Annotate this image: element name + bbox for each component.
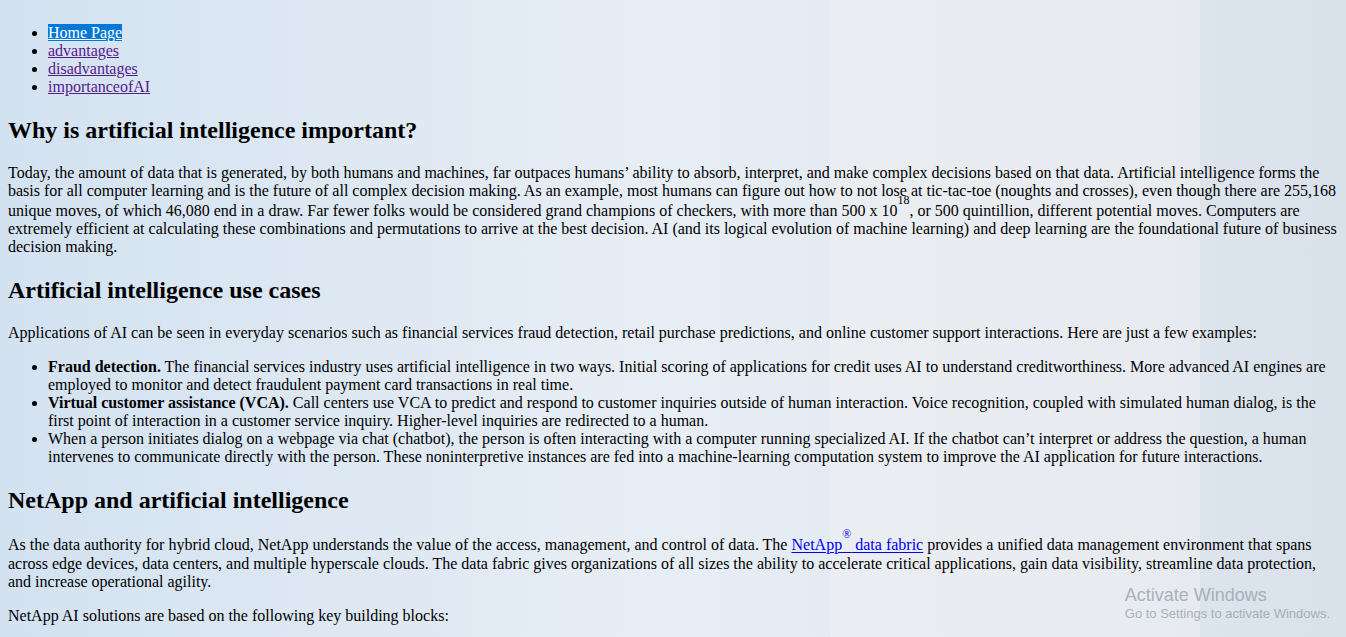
link[interactable]: data fabric [851,537,923,554]
nav-item: advantages [48,42,1338,60]
nav-item: Home Page [48,24,1338,42]
text: NetApp AI solutions are based on the fol… [8,607,449,624]
nav-link[interactable]: disadvantages [48,60,138,77]
nav-link[interactable]: importanceofAI [48,78,150,95]
activation-watermark: Activate WindowsGo to Settings to activa… [1125,584,1330,622]
paragraph: Applications of AI can be seen in everyd… [8,324,1338,342]
nav-item: disadvantages [48,60,1338,78]
superscript: 18 [897,193,909,207]
item-label: Virtual customer assistance (VCA). [48,394,289,411]
link[interactable]: ® [842,537,851,554]
nav-link[interactable]: Home Page [48,24,122,41]
use-case-item: Virtual customer assistance (VCA). Call … [48,394,1338,430]
use-case-item: When a person initiates dialog on a webp… [48,430,1338,466]
nav-item: importanceofAI [48,78,1338,96]
paragraph: Today, the amount of data that is genera… [8,164,1338,256]
page: Home Pageadvantagesdisadvantagesimportan… [0,0,1346,637]
section-heading: NetApp and artificial intelligence [8,486,1338,514]
section-heading: Why is artificial intelligence important… [8,116,1338,144]
use-case-list: Fraud detection. The financial services … [8,358,1338,466]
item-label: Fraud detection. [48,358,161,375]
use-case-item: Fraud detection. The financial services … [48,358,1338,394]
nav-list: Home Pageadvantagesdisadvantagesimportan… [8,24,1338,96]
nav-link[interactable]: advantages [48,42,119,59]
text: As the data authority for hybrid cloud, … [8,537,791,554]
section-heading: Artificial intelligence use cases [8,276,1338,304]
link[interactable]: NetApp [791,537,842,554]
paragraph: As the data authority for hybrid cloud, … [8,534,1338,590]
text: Applications of AI can be seen in everyd… [8,324,1257,341]
